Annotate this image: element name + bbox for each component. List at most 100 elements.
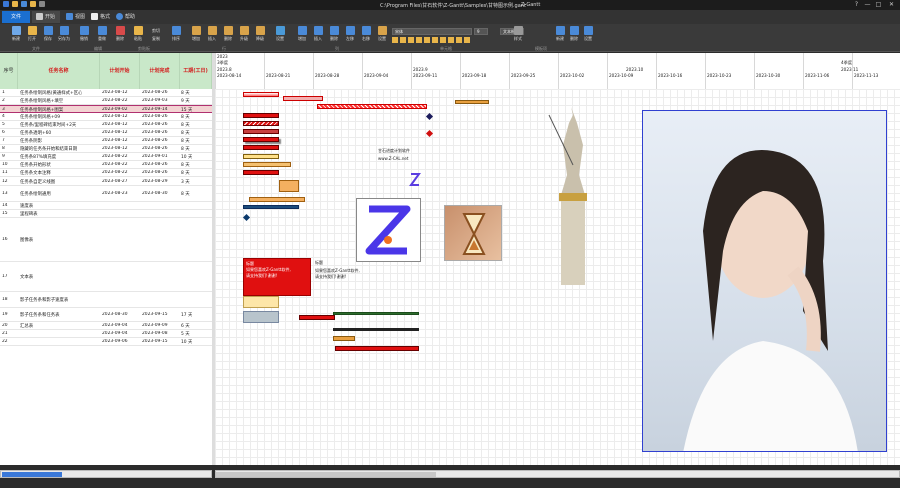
italic-icon[interactable] bbox=[400, 37, 406, 43]
small-hourglass-logo-icon[interactable] bbox=[409, 172, 421, 187]
gantt-bar-23[interactable] bbox=[335, 346, 419, 351]
table-row[interactable]: 13 任务条绘制通用 2023-08-23 2023-08-30 8 天 bbox=[0, 186, 212, 202]
undo-button[interactable]: 撤销 bbox=[76, 26, 92, 42]
tab-view[interactable]: 视图 bbox=[62, 11, 89, 23]
delete-button[interactable]: 删除 bbox=[112, 26, 128, 42]
tab-home[interactable]: 开始 bbox=[32, 11, 60, 23]
tab-help[interactable]: 帮助 bbox=[112, 11, 139, 23]
table-row[interactable]: 7 任务条阴影 2023-08-12 2023-08-26 8 天 bbox=[0, 137, 212, 145]
gantt-bar-11[interactable] bbox=[243, 170, 279, 175]
add-row-button[interactable]: 增加 bbox=[188, 26, 204, 42]
promote-button[interactable]: 升级 bbox=[236, 26, 252, 42]
gantt-bar-13[interactable] bbox=[249, 197, 305, 202]
table-row[interactable]: 8 隐藏的任务条开始和结束日期 2023-08-12 2023-08-26 8 天 bbox=[0, 145, 212, 153]
gantt-bar-9[interactable] bbox=[243, 154, 279, 159]
gantt-scroll-thumb[interactable] bbox=[216, 472, 436, 477]
gantt-bar-14[interactable] bbox=[243, 205, 299, 209]
border-icon[interactable] bbox=[440, 37, 446, 43]
gantt-bar-8[interactable] bbox=[243, 145, 279, 150]
gantt-bar-extra[interactable] bbox=[455, 100, 489, 104]
new-button[interactable]: 新建 bbox=[8, 26, 24, 42]
gantt-bar-22[interactable] bbox=[333, 336, 355, 341]
red-text-box[interactable]: 标题 如果您喜欢Z-Gantt软件, 请支持我们!谢谢! bbox=[243, 258, 311, 296]
redo-button[interactable]: 重做 bbox=[94, 26, 110, 42]
close-button[interactable]: ✕ bbox=[888, 1, 895, 8]
table-row[interactable]: 18 影子任务条和影子速度表 bbox=[0, 292, 212, 308]
table-row[interactable]: 10 任务条开始形状 2023-08-22 2023-08-26 8 天 bbox=[0, 161, 212, 169]
font-size-select[interactable]: 9 bbox=[474, 28, 488, 35]
quick-menu-icon[interactable] bbox=[39, 1, 45, 7]
help-button[interactable]: ? bbox=[853, 1, 860, 8]
table-scroll-thumb[interactable] bbox=[2, 472, 62, 477]
gantt-bar-6[interactable] bbox=[243, 129, 279, 134]
gantt-bar-2[interactable] bbox=[283, 96, 323, 101]
column-header-id[interactable]: 序号 bbox=[0, 53, 18, 89]
table-row[interactable]: 21 2023-09-04 2023-09-08 5 天 bbox=[0, 330, 212, 338]
col-settings-button[interactable]: 设置 bbox=[374, 26, 390, 42]
table-row[interactable]: 20 汇总表 2023-09-04 2023-09-09 6 天 bbox=[0, 322, 212, 330]
insert-row-button[interactable]: 插入 bbox=[204, 26, 220, 42]
gantt-bar-10[interactable] bbox=[243, 162, 291, 167]
gantt-bar-1[interactable] bbox=[243, 92, 279, 97]
underline-icon[interactable] bbox=[408, 37, 414, 43]
table-row[interactable]: 4 任务条绘制风格+09 2023-08-12 2023-08-26 8 天 bbox=[0, 113, 212, 121]
add-col-button[interactable]: 增加 bbox=[294, 26, 310, 42]
move-left-button[interactable]: 左移 bbox=[342, 26, 358, 42]
gantt-horizontal-scrollbar[interactable] bbox=[215, 470, 900, 478]
minimize-button[interactable]: — bbox=[864, 1, 871, 8]
shadow-bar-1[interactable] bbox=[243, 296, 279, 308]
fill-icon[interactable] bbox=[432, 37, 438, 43]
table-row[interactable]: 3 任务条绘制风格+图案 2023-09-02 2023-09-14 15 天 bbox=[0, 105, 212, 113]
style-button[interactable]: 样式 bbox=[510, 26, 526, 42]
bold-icon[interactable] bbox=[392, 37, 398, 43]
shadow-bar-2[interactable] bbox=[243, 311, 279, 323]
column-header-duration[interactable]: 工期(工日) bbox=[180, 53, 212, 89]
font-family-select[interactable]: 宋体 bbox=[392, 28, 472, 35]
quick-folder-icon[interactable] bbox=[30, 1, 36, 7]
callout-text[interactable]: 标题 如果您喜欢Z-Gantt软件, 请支持我们!谢谢! bbox=[315, 260, 360, 280]
delete-col-button[interactable]: 删除 bbox=[326, 26, 342, 42]
gantt-bar-21[interactable] bbox=[333, 328, 419, 331]
statue-image[interactable] bbox=[543, 105, 603, 285]
hourglass-logo-image[interactable] bbox=[356, 198, 421, 262]
gantt-bar-7[interactable] bbox=[243, 137, 279, 142]
table-row[interactable]: 14 速度表 bbox=[0, 202, 212, 210]
portrait-photo-image[interactable] bbox=[642, 110, 887, 452]
quick-save-icon[interactable] bbox=[21, 1, 27, 7]
row-settings-button[interactable]: 设置 bbox=[272, 26, 288, 42]
tab-file[interactable]: 文件 bbox=[2, 11, 30, 23]
cut-button[interactable]: 剪切 bbox=[152, 28, 160, 34]
table-row[interactable]: 2 任务条绘制风格+填空 2023-08-22 2023-09-03 9 天 bbox=[0, 97, 212, 105]
quick-open-icon[interactable] bbox=[12, 1, 18, 7]
copy-button[interactable]: 复制 bbox=[152, 36, 160, 42]
gantt-bar-19[interactable] bbox=[299, 315, 335, 320]
open-button[interactable]: 打开 bbox=[24, 26, 40, 42]
hourglass-photo-image[interactable] bbox=[444, 205, 502, 261]
save-as-button[interactable]: 另存为 bbox=[56, 26, 72, 42]
gantt-bar-4[interactable] bbox=[243, 113, 279, 118]
column-header-end[interactable]: 计划完成 bbox=[140, 53, 180, 89]
gantt-bar-12[interactable] bbox=[279, 180, 299, 192]
table-row[interactable]: 16 图像表 bbox=[0, 218, 212, 262]
table-row[interactable]: 1 任务条绘制风格(黄通样式+区心 2023-08-12 2023-08-26 8 天 bbox=[0, 89, 212, 97]
table-row[interactable]: 5 任务条/里程碑结束时间+2天 2023-08-12 2023-08-26 8 天 bbox=[0, 121, 212, 129]
gantt-bar-5[interactable] bbox=[243, 121, 279, 126]
color-icon[interactable] bbox=[424, 37, 430, 43]
table-row[interactable]: 6 任务条透明+60 2023-08-12 2023-08-26 8 天 bbox=[0, 129, 212, 137]
table-row[interactable]: 22 2023-09-06 2023-09-15 10 天 bbox=[0, 338, 212, 346]
column-header-name[interactable]: 任务名称 bbox=[18, 53, 100, 89]
demote-button[interactable]: 降级 bbox=[252, 26, 268, 42]
table-row[interactable]: 17 文本表 bbox=[0, 262, 212, 292]
maximize-button[interactable]: □ bbox=[875, 1, 882, 8]
align-icon[interactable] bbox=[416, 37, 422, 43]
table-horizontal-scrollbar[interactable] bbox=[0, 470, 212, 478]
table-row[interactable]: 12 任务条自定义线图 2023-08-27 2023-08-29 3 天 bbox=[0, 177, 212, 186]
insert-col-button[interactable]: 插入 bbox=[310, 26, 326, 42]
save-button[interactable]: 保存 bbox=[40, 26, 56, 42]
grid-icon[interactable] bbox=[464, 37, 470, 43]
table-row[interactable]: 11 任务条文本注释 2023-08-22 2023-08-26 8 天 bbox=[0, 169, 212, 177]
gantt-bar-3[interactable] bbox=[317, 104, 427, 109]
column-header-start[interactable]: 计划开始 bbox=[100, 53, 140, 89]
move-right-button[interactable]: 右移 bbox=[358, 26, 374, 42]
merge-icon[interactable] bbox=[456, 37, 462, 43]
